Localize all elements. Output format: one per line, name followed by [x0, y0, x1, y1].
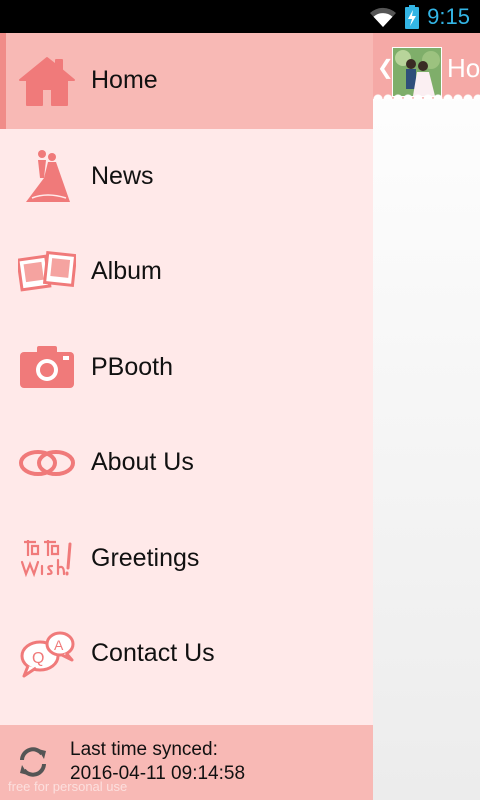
- clock: 9:15: [427, 3, 470, 29]
- sync-icon[interactable]: [16, 745, 50, 779]
- menu-label: PBooth: [91, 352, 174, 381]
- page-title: Ho: [447, 53, 480, 83]
- camera-icon: [17, 339, 77, 395]
- sync-footer: Last time synced: 2016-04-11 09:14:58 fr…: [0, 725, 373, 800]
- action-bar: ❮ Ho: [373, 33, 480, 99]
- menu-label: About Us: [91, 448, 194, 477]
- photo-album-icon: [17, 244, 77, 300]
- wish-greeting-icon: [17, 530, 77, 586]
- home-icon: [17, 53, 77, 109]
- watermark: free for personal use: [8, 779, 128, 794]
- couple-photo-icon: [393, 48, 441, 96]
- svg-text:A: A: [54, 637, 64, 653]
- battery-charging-icon: [405, 4, 420, 29]
- bride-groom-icon: [17, 148, 77, 204]
- svg-text:Q: Q: [32, 650, 44, 667]
- wedding-rings-icon: [17, 435, 77, 491]
- menu-label: Home: [91, 66, 158, 95]
- menu-item-album[interactable]: Album: [0, 224, 373, 320]
- menu-item-home[interactable]: Home: [0, 33, 373, 129]
- menu-item-pbooth[interactable]: PBooth: [0, 320, 373, 416]
- menu-item-news[interactable]: News: [0, 129, 373, 225]
- menu-label: Contact Us: [91, 639, 215, 668]
- navigation-drawer: Home News Album PBooth About Us Greeting…: [0, 33, 373, 800]
- drawer-menu: Home News Album PBooth About Us Greeting…: [0, 33, 373, 702]
- lace-border: [373, 91, 480, 99]
- menu-label: Greetings: [91, 543, 200, 572]
- menu-label: Album: [91, 257, 162, 286]
- menu-item-contact-us[interactable]: Q A Contact Us: [0, 606, 373, 702]
- menu-item-greetings[interactable]: Greetings: [0, 511, 373, 607]
- sync-label: Last time synced:: [70, 739, 218, 760]
- wifi-icon: [370, 7, 397, 27]
- main-content: ❮ Ho: [373, 33, 480, 800]
- q-a-chat-icon: Q A: [17, 626, 77, 682]
- menu-item-about-us[interactable]: About Us: [0, 415, 373, 511]
- menu-label: News: [91, 161, 154, 190]
- status-icons: 9:15: [369, 0, 470, 33]
- app-logo[interactable]: [392, 47, 442, 97]
- status-bar: 9:15: [0, 0, 480, 33]
